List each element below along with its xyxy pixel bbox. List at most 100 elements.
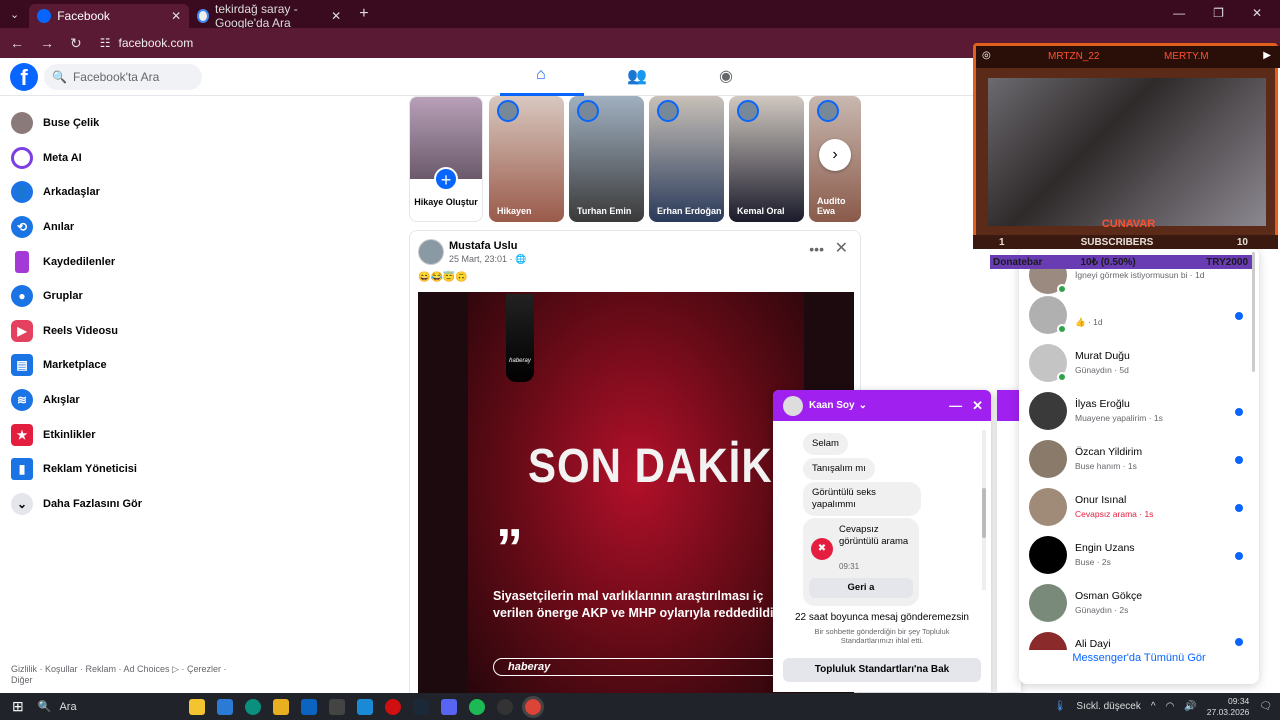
sidebar-item-ads-manager[interactable]: ▮ Reklam Yöneticisi <box>0 452 300 487</box>
minimize-chat-icon[interactable]: — <box>949 398 962 414</box>
close-icon[interactable]: ✕ <box>835 238 848 258</box>
sidebar-item-see-more[interactable]: ⌄ Daha Fazlasını Gör <box>0 487 300 522</box>
see-all-in-messenger-link[interactable]: Messenger'da Tümünü Gör <box>1019 652 1259 664</box>
chat-scrollbar[interactable] <box>982 430 986 590</box>
community-standards-button[interactable]: Topluluk Standartları'na Bak <box>783 658 981 682</box>
callback-button[interactable]: Geri a <box>809 578 913 598</box>
story-card[interactable]: Kemal Oral <box>729 96 804 222</box>
scrollbar-thumb[interactable] <box>982 488 986 538</box>
sidebar-item-events[interactable]: ★ Etkinlikler <box>0 417 300 452</box>
story-card[interactable]: Turhan Emin <box>569 96 644 222</box>
obs-icon[interactable] <box>497 698 514 715</box>
chevron-down-icon: ⌄ <box>11 492 33 515</box>
new-tab-button[interactable]: + <box>359 5 368 23</box>
footer-links[interactable]: Gizlilik · Koşullar · Reklam · Ad Choice… <box>11 664 231 686</box>
tab-title: Facebook <box>57 9 110 23</box>
url-field[interactable]: ☷ facebook.com <box>100 36 193 50</box>
avatar[interactable] <box>418 239 444 265</box>
minimize-icon[interactable]: — <box>1173 6 1185 20</box>
facebook-logo[interactable]: f <box>10 63 38 91</box>
contact-item[interactable]: Ali Dayi <box>1029 632 1249 650</box>
search-input[interactable]: 🔍 Facebook'ta Ara <box>44 64 202 90</box>
create-story-card[interactable]: + Hikaye Oluştur <box>409 96 483 222</box>
sidebar-item-profile[interactable]: Buse Çelik <box>0 106 300 141</box>
donation-label: Donatebar <box>993 256 1043 268</box>
file-explorer-icon[interactable] <box>273 698 290 715</box>
forward-icon[interactable]: → <box>40 35 54 52</box>
sidebar-item-saved[interactable]: Kaydedilenler <box>0 244 300 279</box>
notification-icon[interactable]: 🗨 <box>1259 701 1272 712</box>
unread-indicator <box>1235 504 1243 512</box>
close-chat-icon[interactable]: ✕ <box>972 398 983 414</box>
windows-start-icon[interactable]: ⊞ <box>12 698 24 715</box>
second-chat-window[interactable] <box>997 390 1021 692</box>
sidebar-item-memories[interactable]: ⟲ Anılar <box>0 210 300 245</box>
webcam-video <box>988 78 1266 226</box>
back-icon[interactable]: ← <box>10 35 24 52</box>
sidebar-item-friends[interactable]: 👤 Arkadaşlar <box>0 175 300 210</box>
post-date[interactable]: 25 Mart, 23:01 · 🌐 <box>449 254 526 265</box>
home-tab-icon[interactable]: ⌂ <box>536 66 546 84</box>
post-author[interactable]: Mustafa Uslu <box>449 240 517 252</box>
network-icon[interactable]: ◠ <box>1166 701 1175 712</box>
restriction-notice: 22 saat boyunca mesaj gönderemezsin Bir … <box>773 612 991 645</box>
post-text: 😄😂😇🙃 <box>418 272 468 283</box>
clock[interactable]: 09:34 27.03.2026 <box>1207 696 1250 718</box>
sidebar-item-label: Meta AI <box>43 151 82 164</box>
subscriber-start: 1 <box>999 236 1005 248</box>
discord-icon[interactable] <box>441 698 458 715</box>
tab-list-icon[interactable]: ⌄ <box>10 8 19 21</box>
contact-item[interactable]: 👍 · 1d <box>1029 296 1249 336</box>
volume-icon[interactable]: 🔊 <box>1184 701 1196 712</box>
unread-indicator <box>1235 638 1243 646</box>
close-tab-icon[interactable]: ✕ <box>331 9 341 23</box>
outlook-icon[interactable] <box>301 698 318 715</box>
close-tab-icon[interactable]: ✕ <box>171 9 181 23</box>
contact-item[interactable]: İlyas Eroğlu Muayene yapalirim · 1s <box>1029 392 1249 432</box>
sidebar-item-label: Kaydedilenler <box>43 255 116 268</box>
site-info-icon[interactable]: ☷ <box>100 36 111 50</box>
chevron-right-icon: › <box>832 146 838 163</box>
tab-title: tekirdağ saray - Google'da Ara <box>215 2 298 30</box>
groups-tab-icon[interactable]: ◉ <box>719 66 733 86</box>
friends-tab-icon[interactable]: 👥 <box>627 66 647 86</box>
sidebar-item-marketplace[interactable]: ▤ Marketplace <box>0 348 300 383</box>
sidebar-item-label: Gruplar <box>43 290 83 303</box>
avatar <box>657 100 679 122</box>
stories-next-button[interactable]: › <box>819 139 851 171</box>
sidebar-item-feeds[interactable]: ≋ Akışlar <box>0 383 300 418</box>
taskview-icon[interactable] <box>217 698 234 715</box>
weather-text[interactable]: Sıckl. düşecek <box>1076 701 1140 712</box>
tab-google[interactable]: tekirdağ saray - Google'da Ara ✕ <box>189 2 349 30</box>
contact-item[interactable]: Murat Duğu Günaydın · 5d <box>1029 344 1249 384</box>
chrome-icon[interactable] <box>522 695 545 718</box>
more-options-icon[interactable]: ••• <box>809 241 824 257</box>
chat-header[interactable]: Kaan Soy ⌄ — ✕ <box>773 390 991 421</box>
opera-icon[interactable] <box>385 698 402 715</box>
contact-item[interactable]: Özcan Yildirim Buse hanım · 1s <box>1029 440 1249 480</box>
story-card[interactable]: Erhan Erdoğan <box>649 96 724 222</box>
steam-icon[interactable] <box>413 698 430 715</box>
tray-overflow-icon[interactable]: ^ <box>1151 701 1156 712</box>
weather-icon: 🌡 <box>1053 701 1067 712</box>
restore-icon[interactable]: ❐ <box>1213 6 1224 20</box>
sidebar-item-meta-ai[interactable]: Meta AI <box>0 141 300 176</box>
reload-icon[interactable]: ↻ <box>70 35 82 52</box>
contact-item[interactable]: Engin Uzans Buse · 2s <box>1029 536 1249 576</box>
taskbar-search-input[interactable]: Ara <box>59 701 179 713</box>
contact-item[interactable]: Onur Isınal Cevapsız arama · 1s <box>1029 488 1249 528</box>
edge-icon[interactable] <box>245 698 262 715</box>
contact-item[interactable]: Osman Gökçe Günaydın · 2s <box>1029 584 1249 624</box>
contact-name: Onur Isınal <box>1075 494 1127 506</box>
close-window-icon[interactable]: ✕ <box>1252 6 1262 20</box>
store-icon[interactable] <box>329 698 346 715</box>
tab-facebook[interactable]: Facebook ✕ <box>29 4 190 28</box>
copilot-icon[interactable] <box>189 698 206 715</box>
chevron-down-icon[interactable]: ⌄ <box>859 400 867 411</box>
app-icon[interactable] <box>357 698 374 715</box>
sidebar-item-reels[interactable]: ▶ Reels Videosu <box>0 314 300 349</box>
spotify-icon[interactable] <box>469 698 486 715</box>
story-card[interactable]: Hikayen <box>489 96 564 222</box>
sidebar-item-groups[interactable]: ● Gruplar <box>0 279 300 314</box>
friends-icon: 👤 <box>11 181 33 204</box>
